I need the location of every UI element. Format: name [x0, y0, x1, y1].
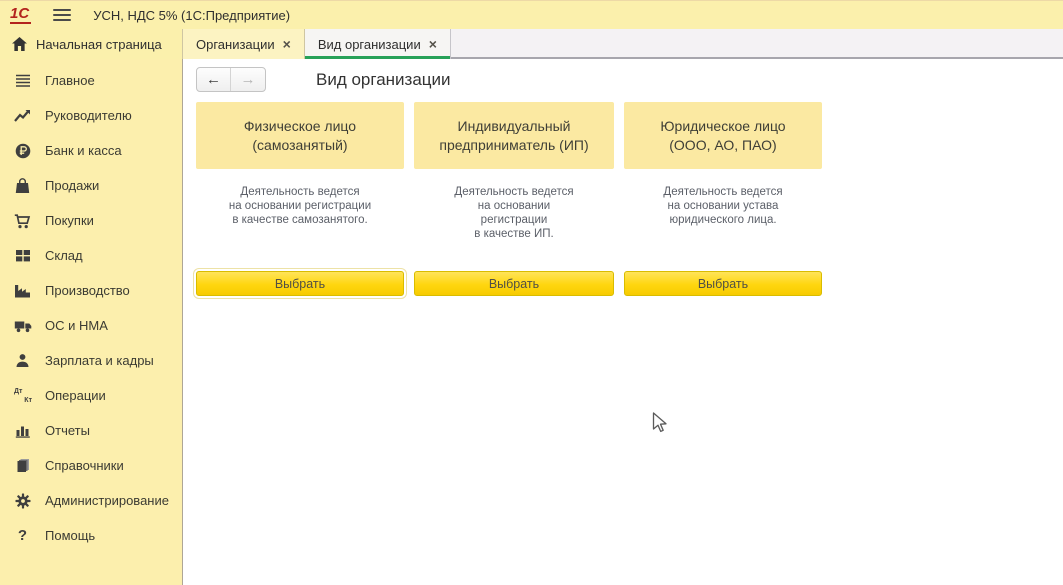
tab-organizations[interactable]: Организации × — [183, 29, 305, 59]
forward-button-disabled[interactable]: → — [231, 68, 265, 91]
sidebar-item-administration[interactable]: Администрирование — [0, 483, 182, 518]
sidebar-item-operations[interactable]: ДтКт Операции — [0, 378, 182, 413]
factory-icon — [13, 283, 32, 299]
choose-button-legal-entity[interactable]: Выбрать — [624, 271, 822, 296]
sidebar-item-manager[interactable]: Руководителю — [0, 98, 182, 133]
sidebar-item-sales[interactable]: Продажи — [0, 168, 182, 203]
question-icon: ? — [13, 528, 32, 544]
close-tab-icon[interactable]: × — [429, 37, 437, 51]
gear-icon — [13, 493, 32, 509]
person-icon — [13, 353, 32, 369]
org-type-card-legal-entity: Юридическое лицо (ООО, АО, ПАО) — [624, 102, 822, 169]
org-type-column-legal-entity: Юридическое лицо (ООО, АО, ПАО) Деятельн… — [624, 102, 822, 296]
section-sidebar: Главное Руководителю Банк и касса Продаж… — [0, 59, 183, 585]
shopping-bag-icon — [13, 178, 32, 194]
sidebar-item-fixed-assets[interactable]: ОС и НМА — [0, 308, 182, 343]
choose-button-entrepreneur[interactable]: Выбрать — [414, 271, 614, 296]
page-title: Вид организации — [316, 70, 451, 90]
sidebar-item-production[interactable]: Производство — [0, 273, 182, 308]
org-type-card-entrepreneur: Индивидуальный предприниматель (ИП) — [414, 102, 614, 169]
main-menu-icon[interactable] — [53, 8, 71, 22]
card-description: Деятельность ведется на основании регист… — [414, 185, 614, 271]
card-title: Индивидуальный предприниматель (ИП) — [439, 117, 588, 155]
card-title: Физическое лицо (самозанятый) — [244, 117, 356, 155]
tab-organization-type[interactable]: Вид организации × — [305, 29, 451, 59]
menu-lines-icon — [13, 73, 32, 89]
sidebar-item-payroll-hr[interactable]: Зарплата и кадры — [0, 343, 182, 378]
sidebar-item-help[interactable]: ? Помощь — [0, 518, 182, 553]
card-title: Юридическое лицо (ООО, АО, ПАО) — [660, 117, 785, 155]
org-type-card-self-employed: Физическое лицо (самозанятый) — [196, 102, 404, 169]
sidebar-item-reports[interactable]: Отчеты — [0, 413, 182, 448]
tab-label: Вид организации — [318, 37, 421, 52]
trend-up-icon — [13, 108, 32, 124]
bar-chart-icon — [13, 423, 32, 439]
close-tab-icon[interactable]: × — [283, 37, 291, 51]
back-button[interactable]: ← — [197, 68, 231, 91]
org-type-column-individual: Физическое лицо (самозанятый) Деятельнос… — [196, 102, 404, 296]
home-icon — [12, 37, 27, 51]
sidebar-item-catalogs[interactable]: Справочники — [0, 448, 182, 483]
choose-button-self-employed[interactable]: Выбрать — [196, 271, 404, 296]
truck-icon — [13, 318, 32, 334]
sidebar-item-purchases[interactable]: Покупки — [0, 203, 182, 238]
window-titlebar: 1С УСН, НДС 5% (1С:Предприятие) — [0, 0, 1063, 29]
home-page-tab[interactable]: Начальная страница — [0, 29, 183, 59]
tab-strip-filler — [451, 29, 1063, 59]
main-content: ← → Вид организации Физическое лицо (сам… — [183, 59, 1063, 585]
ruble-circle-icon — [13, 143, 32, 159]
card-description: Деятельность ведется на основании устава… — [624, 185, 822, 271]
debit-credit-icon: ДтКт — [13, 388, 32, 404]
window-title: УСН, НДС 5% (1С:Предприятие) — [93, 8, 290, 23]
1c-logo-icon: 1С — [10, 6, 31, 24]
shopping-cart-icon — [13, 213, 32, 229]
sidebar-item-bank-cash[interactable]: Банк и касса — [0, 133, 182, 168]
history-nav-group: ← → — [196, 67, 266, 92]
books-icon — [13, 458, 32, 474]
sidebar-item-warehouse[interactable]: Склад — [0, 238, 182, 273]
card-description: Деятельность ведется на основании регист… — [196, 185, 404, 271]
home-tab-label: Начальная страница — [36, 37, 162, 52]
tab-strip: Начальная страница Организации × Вид орг… — [0, 29, 1063, 59]
warehouse-icon — [13, 248, 32, 264]
tab-label: Организации — [196, 37, 275, 52]
sidebar-item-main[interactable]: Главное — [0, 63, 182, 98]
org-type-column-entrepreneur: Индивидуальный предприниматель (ИП) Деят… — [414, 102, 614, 296]
